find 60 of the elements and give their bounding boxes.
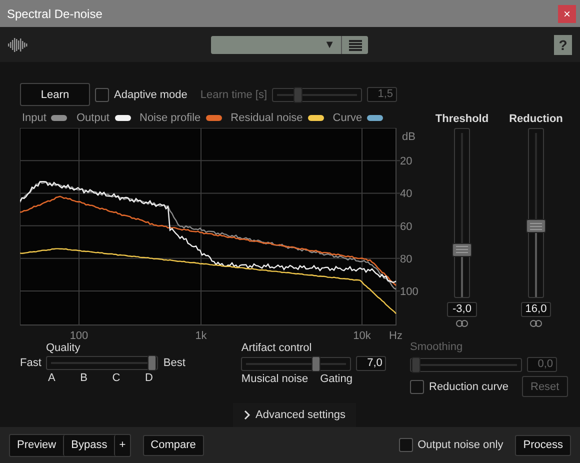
fader-thumb[interactable] (526, 219, 546, 234)
best-label: Best (163, 357, 186, 369)
quality-step-label: C (112, 372, 120, 384)
menu-button[interactable] (341, 36, 368, 54)
legend-item: Input (22, 112, 68, 124)
axis-label: 100 (70, 330, 88, 342)
legend-item: Residual noise (230, 112, 324, 124)
quality-step-label: B (80, 372, 88, 384)
fader-value[interactable]: -3,0 (447, 302, 477, 317)
artifact-control-value[interactable]: 7,0 (356, 356, 386, 371)
output-noise-only-checkbox[interactable] (398, 438, 413, 452)
axis-label: 40 (400, 188, 412, 200)
quality-label: Quality (46, 342, 82, 354)
close-button[interactable]: × (558, 4, 576, 22)
reduction-curve-checkbox[interactable] (410, 380, 424, 394)
menu-icon (348, 40, 362, 50)
learn-time-slider[interactable] (272, 88, 362, 102)
help-button[interactable]: ? (554, 34, 572, 54)
window-title: Spectral De-noise (7, 6, 102, 20)
preset-dropdown[interactable]: ▼ (211, 36, 341, 54)
smoothing-slider[interactable] (410, 358, 522, 372)
adaptive-mode-label: Adaptive mode (114, 88, 188, 100)
artifact-control-slider[interactable] (241, 356, 352, 370)
quality-step-label: D (145, 372, 153, 384)
learn-button[interactable]: Learn (20, 83, 90, 106)
smoothing-label: Smoothing (410, 341, 464, 353)
musical-noise-label: Musical noise (241, 373, 308, 385)
legend-item: Output (76, 112, 130, 124)
axis-label: 10k (353, 330, 371, 342)
axis-label: 100 (400, 286, 418, 298)
gating-label: Gating (320, 373, 352, 385)
adaptive-mode-checkbox[interactable] (95, 88, 109, 102)
axis-label: 1k (195, 330, 207, 342)
link-icon (530, 320, 542, 327)
quality-slider[interactable] (46, 356, 158, 370)
waveform-icon (8, 36, 28, 52)
fader-label: Reduction (509, 113, 563, 125)
chevron-icon (244, 410, 251, 420)
fader-thumb[interactable] (452, 242, 472, 257)
fader-label: Threshold (435, 113, 489, 125)
output-noise-only-label: Output noise only (418, 439, 504, 451)
process-button[interactable]: Process (515, 434, 571, 456)
compare-button[interactable]: Compare (142, 434, 204, 456)
link-icon (456, 320, 468, 327)
axis-label: 60 (400, 220, 412, 233)
fast-label: Fast (20, 357, 42, 369)
quality-step-label: A (48, 372, 56, 384)
fader-track[interactable] (528, 128, 544, 298)
fader-value[interactable]: 16,0 (521, 302, 551, 317)
axis-label: 80 (400, 253, 412, 266)
advanced-settings-button[interactable]: Advanced settings (233, 403, 356, 427)
legend-item: Noise profile (140, 112, 222, 124)
learn-time-label: Learn time [s] (200, 88, 268, 100)
axis-label: 20 (400, 156, 412, 168)
reduction-curve-label: Reduction curve (429, 380, 508, 392)
axis-unit: dB (402, 131, 416, 143)
axis-unit: Hz (389, 330, 402, 342)
fader-track[interactable] (454, 128, 470, 298)
legend-item: Curve (332, 112, 384, 124)
artifact-control-label: Artifact control (241, 342, 313, 354)
